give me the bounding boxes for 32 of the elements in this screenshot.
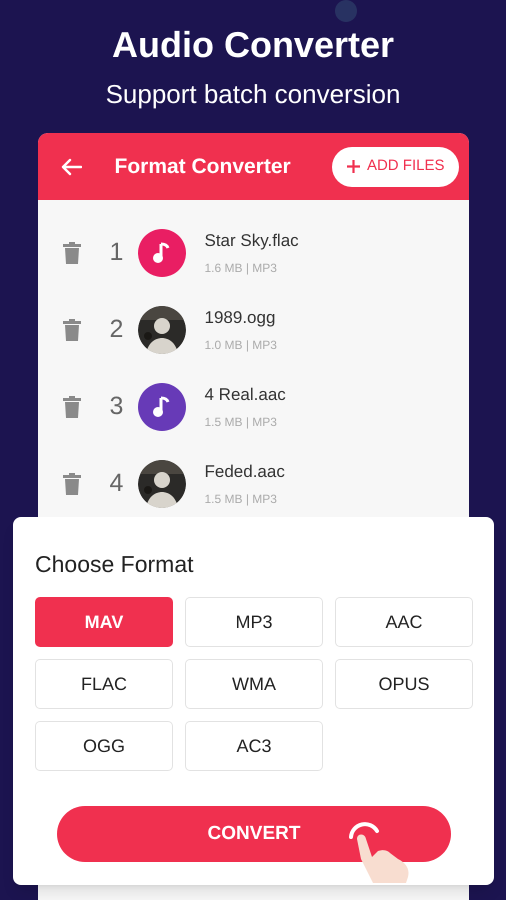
convert-button[interactable]: CONVERT <box>57 806 451 862</box>
format-option[interactable]: MP3 <box>185 597 323 647</box>
file-details: 1.6 MB | MP3 <box>204 260 278 278</box>
trash-icon[interactable] <box>62 396 80 418</box>
trash-icon[interactable] <box>62 318 80 340</box>
format-option[interactable]: OGG <box>35 721 173 771</box>
format-option[interactable]: WMA <box>185 659 323 709</box>
trash-icon[interactable] <box>62 242 80 264</box>
back-arrow-icon[interactable] <box>60 158 82 176</box>
file-name: Star Sky.flac <box>204 230 299 252</box>
trash-icon[interactable] <box>62 472 80 494</box>
format-option[interactable]: FLAC <box>35 659 173 709</box>
file-number: 2 <box>108 314 124 345</box>
file-number: 4 <box>108 468 124 499</box>
add-files-button[interactable]: ADD FILES <box>332 146 458 186</box>
file-details: 1.0 MB | MP3 <box>204 337 277 354</box>
app-bar-title: Format Converter <box>114 154 291 180</box>
subtitle: Support batch conversion <box>106 78 400 110</box>
format-option[interactable]: MAV <box>35 597 173 647</box>
sheet-title: Choose Format <box>35 550 194 579</box>
file-number: 1 <box>108 236 124 268</box>
file-name: 4 Real.aac <box>204 384 286 406</box>
format-option[interactable]: OPUS <box>335 659 473 709</box>
file-name: 1989.ogg <box>204 306 276 329</box>
file-number: 3 <box>108 390 124 422</box>
headline: Audio Converter <box>112 24 394 66</box>
file-name: Feded.aac <box>204 460 285 483</box>
format-option[interactable]: AAC <box>335 597 473 647</box>
file-details: 1.5 MB | MP3 <box>204 491 278 508</box>
file-details: 1.5 MB | MP3 <box>204 414 278 432</box>
format-option[interactable]: AC3 <box>185 721 323 771</box>
plus-icon <box>346 159 361 174</box>
